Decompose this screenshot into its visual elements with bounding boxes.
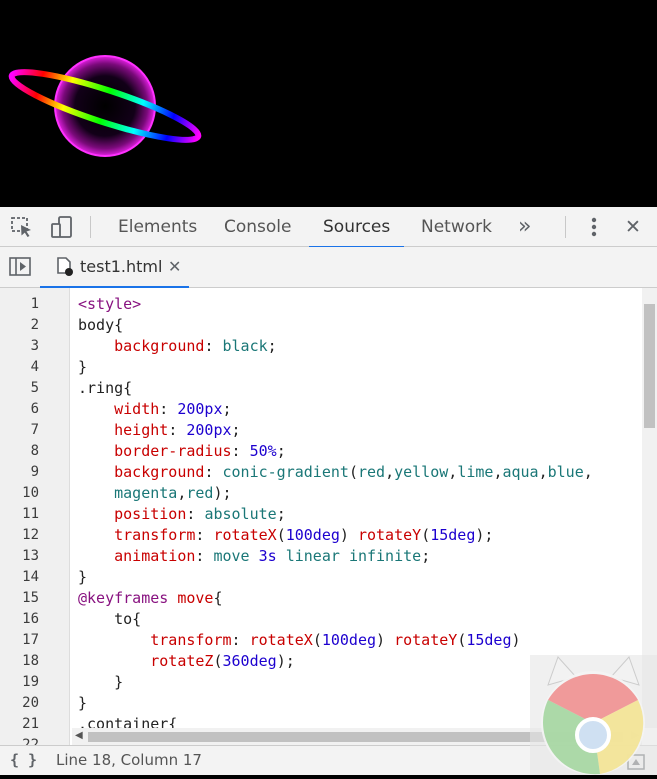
line-number: 19 (22, 674, 39, 690)
code-line[interactable]: height: 200px; (78, 420, 240, 441)
cat-logo-watermark (530, 655, 657, 775)
file-tab-close-icon[interactable]: ✕ (168, 247, 181, 287)
kebab-menu-icon[interactable] (582, 215, 606, 239)
line-number: 18 (22, 653, 39, 669)
line-number: 20 (22, 695, 39, 711)
planet-ring-graphic (8, 55, 202, 157)
show-navigator-icon[interactable] (8, 256, 32, 280)
devtools-tabbar: Elements Console Sources Network » ✕ (0, 207, 657, 248)
code-line[interactable]: <style> (78, 294, 141, 315)
code-line[interactable]: to{ (78, 609, 141, 630)
line-number: 21 (22, 716, 39, 732)
tab-console[interactable]: Console (224, 207, 292, 247)
code-line[interactable]: transform: rotateX(100deg) rotateY(15deg… (78, 630, 520, 651)
line-number: 17 (22, 632, 39, 648)
toolbar-divider (90, 216, 91, 238)
line-number: 3 (30, 338, 39, 354)
line-number: 6 (30, 401, 39, 417)
planet-sphere (54, 55, 156, 157)
inspect-element-icon[interactable] (10, 215, 34, 239)
line-number: 1 (30, 296, 39, 312)
code-line[interactable]: .ring{ (78, 378, 132, 399)
line-number: 12 (22, 527, 39, 543)
file-tab-test1[interactable]: test1.html ✕ (40, 247, 189, 288)
line-number: 4 (30, 359, 39, 375)
code-line[interactable]: width: 200px; (78, 399, 231, 420)
code-line[interactable]: transform: rotateX(100deg) rotateY(15deg… (78, 525, 493, 546)
tab-network[interactable]: Network (421, 207, 492, 247)
code-line[interactable]: } (78, 672, 123, 693)
code-line[interactable]: rotateZ(360deg); (78, 651, 295, 672)
code-line[interactable]: magenta,red); (78, 483, 231, 504)
code-line[interactable]: animation: move 3s linear infinite; (78, 546, 430, 567)
line-number: 5 (30, 380, 39, 396)
line-number: 15 (22, 590, 39, 606)
page-preview (0, 0, 657, 207)
file-tab-name: test1.html (80, 257, 163, 276)
code-line[interactable]: position: absolute; (78, 504, 286, 525)
line-number: 9 (30, 464, 39, 480)
code-line[interactable]: border-radius: 50%; (78, 441, 286, 462)
code-line[interactable]: background: black; (78, 336, 277, 357)
pretty-print-button[interactable]: { } (10, 751, 37, 769)
code-line[interactable]: body{ (78, 315, 123, 336)
device-toolbar-icon[interactable] (50, 215, 74, 239)
line-number: 2 (30, 317, 39, 333)
close-devtools-button[interactable]: ✕ (625, 207, 641, 247)
cursor-position: Line 18, Column 17 (56, 751, 202, 769)
sources-file-tabbar: test1.html ✕ (0, 247, 657, 288)
code-line[interactable]: @keyframes move{ (78, 588, 223, 609)
more-tabs-button[interactable]: » (518, 207, 531, 247)
code-line[interactable]: } (78, 357, 87, 378)
code-line[interactable]: background: conic-gradient(red,yellow,li… (78, 462, 593, 483)
toolbar-divider (565, 216, 566, 238)
code-line[interactable]: } (78, 567, 87, 588)
tab-sources[interactable]: Sources (308, 207, 405, 248)
line-number: 11 (22, 506, 39, 522)
line-number: 14 (22, 569, 39, 585)
code-line[interactable]: } (78, 693, 87, 714)
line-number: 22 (22, 737, 39, 745)
vertical-scroll-thumb[interactable] (644, 304, 655, 428)
line-number: 10 (22, 485, 39, 501)
line-number: 13 (22, 548, 39, 564)
file-modified-icon (56, 257, 74, 281)
line-number: 7 (30, 422, 39, 438)
line-number-gutter: 1 2 3 4 5 6 7 8 9 10 11 12 13 14 15 16 1… (0, 288, 70, 745)
tab-elements[interactable]: Elements (118, 207, 197, 247)
scroll-left-icon[interactable]: ◀ (75, 730, 83, 741)
line-number: 8 (30, 443, 39, 459)
line-number: 16 (22, 611, 39, 627)
